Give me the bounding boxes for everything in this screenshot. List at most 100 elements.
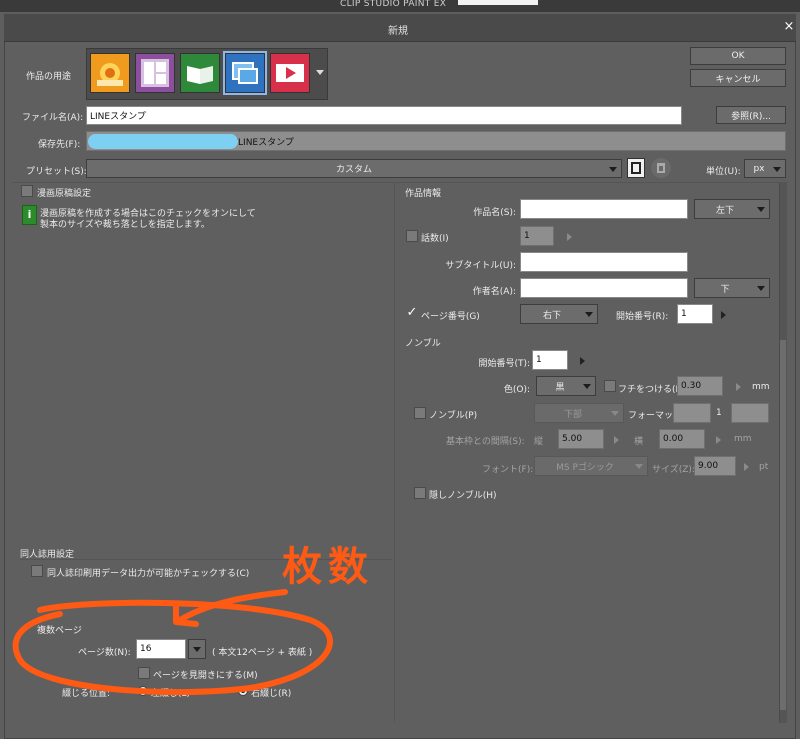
preset-dropdown[interactable]: カスタム [86,159,622,178]
manga-settings-checkbox[interactable] [21,185,33,197]
usage-label: 作品の用途 [26,72,72,82]
manga-info-line2: 製本のサイズや裁ち落としを指定します。 [40,220,210,230]
app-titlebar-field [458,0,538,5]
dialog-title: 新規 [388,26,408,37]
app-title: CLIP STUDIO PAINT EX [340,0,447,9]
size-stepper-icon[interactable] [744,463,749,471]
work-title-label: 作品名(S): [473,208,516,218]
horizontal-input[interactable]: 0.00 [659,429,705,449]
horizontal-stepper-icon[interactable] [716,436,721,444]
book-icon[interactable] [180,53,220,93]
chevron-down-icon [611,411,619,416]
chevron-down-icon [609,166,617,172]
work-info-header: 作品情報 [405,189,442,199]
episode-input[interactable]: 1 [520,226,554,246]
border-unit: mm [752,382,770,392]
usage-dropdown-icon[interactable] [316,70,324,75]
horizontal-label: 横 [634,437,644,447]
work-title-input[interactable] [520,199,688,219]
episode-label: 話数(I) [421,234,449,244]
start-number-input[interactable]: 1 [677,304,713,324]
color-label: 色(O): [503,385,530,395]
chevron-down-icon [635,464,643,469]
nombre-header: ノンブル [405,339,441,349]
distance-unit: mm [734,434,752,444]
file-name-label: ファイル名(A): [22,113,84,123]
preset-value: カスタム [335,165,372,175]
animation-icon[interactable] [270,53,310,93]
close-icon[interactable]: × [782,20,796,34]
format-suffix-input[interactable] [731,403,769,423]
work-title-position-dropdown[interactable]: 左下 [694,199,770,219]
annotation-text: 枚数 [282,544,374,590]
format-prefix-input[interactable] [673,403,711,423]
size-input[interactable]: 9.00 [694,456,736,476]
annotation-ellipse [12,599,333,696]
illustration-icon[interactable] [90,53,130,93]
subtitle-input[interactable] [520,252,688,272]
author-label: 作者名(A): [472,287,516,297]
chevron-down-icon [773,166,781,172]
manga-settings-label: 漫画原稿設定 [37,189,92,199]
chevron-down-icon [583,384,591,389]
trash-icon[interactable] [651,158,671,178]
vertical-label: 縦 [534,437,544,447]
color-dropdown[interactable]: 黒 [536,376,596,396]
author-position: 下 [720,284,730,295]
nombre-start-stepper-icon[interactable] [580,357,585,365]
page-number-label: ページ番号(G) [421,312,480,322]
chevron-down-icon [757,207,765,212]
nombre-checkbox[interactable] [414,407,426,419]
font-dropdown[interactable]: MS Pゴシック [534,456,648,476]
author-position-dropdown[interactable]: 下 [694,278,770,298]
nombre-label: ノンブル(P) [429,411,478,421]
font-label: フォント(F): [482,465,534,475]
redaction-mark [88,134,238,149]
color-value: 黒 [555,382,565,393]
distance-label: 基本枠との間隔(S): [446,437,525,447]
page-number-checkbox[interactable]: ✓ [406,306,418,319]
format-value: 1 [716,408,722,418]
subtitle-label: サブタイトル(U): [445,261,516,271]
episode-stepper-icon[interactable] [567,233,572,241]
border-stepper-icon[interactable] [736,383,741,391]
hidden-nombre-label: 隠しノンブル(H) [429,491,497,501]
font-value: MS Pゴシック [556,462,614,473]
scrollbar-thumb[interactable] [780,340,786,710]
save-dest-label: 保存先(F): [38,140,81,150]
unit-dropdown[interactable]: px [744,159,786,178]
nombre-position: 下部 [563,409,582,420]
page-number-position: 右下 [542,310,561,321]
preset-label: プリセット(S): [26,167,87,177]
save-preset-icon[interactable] [627,158,645,178]
start-number-label: 開始番号(R): [616,312,669,322]
cancel-button[interactable]: キャンセル [690,69,786,87]
photo-icon[interactable] [223,51,267,95]
file-name-input[interactable]: LINEスタンプ [86,106,682,125]
comic-icon[interactable] [135,53,175,93]
nombre-start-input[interactable]: 1 [532,350,568,370]
hidden-nombre-checkbox[interactable] [414,487,426,499]
vertical-stepper-icon[interactable] [614,436,619,444]
start-number-stepper-icon[interactable] [721,311,726,319]
size-label: サイズ(Z): [652,465,695,475]
border-label: フチをつける(E) [618,385,685,395]
ok-button[interactable]: OK [690,47,786,65]
author-input[interactable] [520,278,688,298]
size-unit: pt [759,462,769,472]
info-icon: i [22,205,37,225]
border-checkbox[interactable] [604,380,616,392]
panel-divider [12,182,788,183]
nombre-start-label: 開始番号(T): [478,359,530,369]
unit-value: px [753,163,765,174]
browse-button[interactable]: 参照(R)... [716,106,786,124]
border-width-input[interactable]: 0.30 [677,376,723,396]
episode-checkbox[interactable] [406,230,418,242]
nombre-position-dropdown[interactable]: 下部 [534,403,624,423]
unit-label: 単位(U): [706,167,741,177]
vertical-input[interactable]: 5.00 [558,429,604,449]
work-title-position: 左下 [715,205,734,216]
page-number-position-dropdown[interactable]: 右下 [520,304,598,324]
chevron-down-icon [757,286,765,291]
chevron-down-icon [585,312,593,317]
